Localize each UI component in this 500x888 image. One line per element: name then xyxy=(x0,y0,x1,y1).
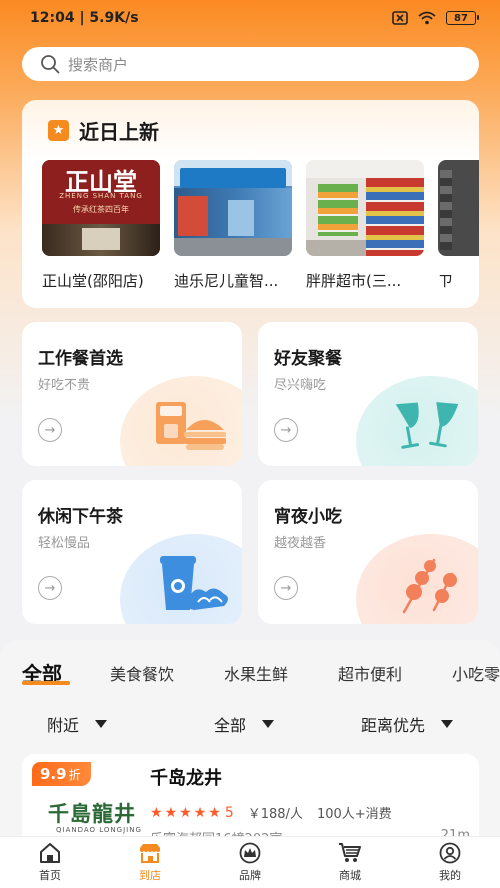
wifi-icon xyxy=(418,11,436,25)
sales-count: 100人+消费 xyxy=(316,807,392,822)
category-subtitle: 好吃不贵 xyxy=(38,378,91,393)
shop-name: 胖胖超市(三... xyxy=(306,272,402,290)
store-logo-text: 千島龍井 xyxy=(48,801,136,826)
filter-label: 附近 xyxy=(47,716,80,735)
new-arrivals-title: 近日上新 xyxy=(79,120,159,144)
shop-image xyxy=(438,160,479,256)
new-shops-carousel[interactable]: 正山堂 ZHENG SHAN TANG 传承红茶四百年 正山堂(邵阳店) 迪乐尼… xyxy=(42,160,479,300)
meal-combo-icon xyxy=(156,402,226,450)
profile-icon xyxy=(439,842,461,864)
new-arrivals-card: ★ 近日上新 正山堂 ZHENG SHAN TANG 传承红茶四百年 正山堂(邵… xyxy=(22,100,479,308)
category-card-friends-dinner[interactable]: 好友聚餐 尽兴嗨吃 → xyxy=(258,322,478,466)
filter-label: 距离优先 xyxy=(361,716,426,735)
star-icon: ★ xyxy=(193,804,207,821)
discount-unit: 折 xyxy=(68,767,81,782)
tab-food[interactable]: 美食餐饮 xyxy=(110,661,174,685)
arrow-right-icon[interactable]: → xyxy=(274,576,298,600)
shop-name: 迪乐尼儿童智... xyxy=(174,272,279,290)
cheers-glasses-icon xyxy=(395,402,459,449)
store-logo-sub: QIANDAO LONGJING xyxy=(56,826,142,834)
bottom-nav: 首页 到店 品牌 商城 我的 xyxy=(0,836,500,888)
cart-icon xyxy=(339,843,361,862)
status-time: 12:04 | 5.9K/s xyxy=(30,10,139,26)
category-title: 休闲下午茶 xyxy=(38,507,123,527)
shop-item[interactable]: ㄗ xyxy=(438,160,479,291)
tab-supermarket[interactable]: 超市便利 xyxy=(338,661,402,685)
shop-item[interactable]: 正山堂 ZHENG SHAN TANG 传承红茶四百年 正山堂(邵阳店) xyxy=(42,160,160,291)
filter-sort-dropdown[interactable]: 距离优先 xyxy=(361,712,454,736)
status-bar: 12:04 | 5.9K/s 87 xyxy=(0,0,500,36)
discount-badge: 9.9 折 xyxy=(32,762,91,786)
arrow-right-icon[interactable]: → xyxy=(38,418,62,442)
filter-bar: 附近 全部 距离优先 xyxy=(0,708,500,738)
store-icon xyxy=(140,844,160,863)
nav-home[interactable]: 首页 xyxy=(0,837,100,888)
search-placeholder: 搜索商户 xyxy=(68,55,129,74)
crown-icon xyxy=(239,842,261,864)
caret-down-icon xyxy=(95,720,108,728)
shop-image xyxy=(174,160,292,256)
price-per-person: ￥188/人 xyxy=(247,807,303,822)
star-icon: ★ xyxy=(179,804,192,821)
caret-down-icon xyxy=(441,720,454,728)
star-icon: ★ xyxy=(48,120,69,141)
category-subtitle: 尽兴嗨吃 xyxy=(274,378,327,393)
shop-sign-slogan: 传承红茶四百年 xyxy=(73,205,129,214)
shop-name: ㄗ xyxy=(438,272,454,290)
star-icon: ★ xyxy=(150,804,163,821)
caret-down-icon xyxy=(262,720,275,728)
tab-snacks[interactable]: 小吃零 xyxy=(452,661,500,685)
nav-label: 品牌 xyxy=(239,869,261,882)
filter-category-dropdown[interactable]: 全部 xyxy=(214,712,275,736)
shop-image xyxy=(306,160,424,256)
category-title: 好友聚餐 xyxy=(274,349,342,369)
star-icon: ★ xyxy=(208,804,221,821)
store-rating-row: ★ ★ ★ ★ ★ 5 ￥188/人 100人+消费 xyxy=(150,803,392,823)
nav-label: 首页 xyxy=(39,869,61,882)
active-tab-indicator xyxy=(22,681,70,685)
rating-value: 5 xyxy=(224,804,234,821)
filter-label: 全部 xyxy=(214,716,247,735)
category-title: 宵夜小吃 xyxy=(274,507,342,527)
category-subtitle: 越夜越香 xyxy=(274,536,327,551)
category-subtitle: 轻松慢品 xyxy=(38,536,91,551)
sim-icon xyxy=(392,11,408,25)
nav-label: 商城 xyxy=(339,869,361,882)
category-card-work-meal[interactable]: 工作餐首选 好吃不贵 → xyxy=(22,322,242,466)
coffee-croissant-icon xyxy=(160,556,228,610)
arrow-right-icon[interactable]: → xyxy=(38,576,62,600)
battery-icon: 87 xyxy=(446,11,479,25)
nav-label: 我的 xyxy=(439,869,461,882)
nav-brand[interactable]: 品牌 xyxy=(200,837,300,888)
shop-item[interactable]: 胖胖超市(三... xyxy=(306,160,424,291)
category-title: 工作餐首选 xyxy=(38,349,123,369)
store-name: 千岛龙井 xyxy=(150,768,222,789)
nav-mall[interactable]: 商城 xyxy=(300,837,400,888)
category-card-late-snack[interactable]: 宵夜小吃 越夜越香 → xyxy=(258,480,478,624)
tab-fruit[interactable]: 水果生鲜 xyxy=(224,661,288,685)
nav-store[interactable]: 到店 xyxy=(100,837,200,888)
search-icon xyxy=(41,55,60,74)
star-icon: ★ xyxy=(164,804,178,821)
shop-sign-pinyin: ZHENG SHAN TANG xyxy=(59,192,143,200)
category-tabs: 全部 美食餐饮 水果生鲜 超市便利 小吃零 xyxy=(0,652,500,692)
discount-value: 9.9 xyxy=(40,765,67,783)
nav-label: 到店 xyxy=(139,869,161,882)
search-input[interactable]: 搜索商户 xyxy=(22,47,479,81)
shop-item[interactable]: 迪乐尼儿童智... xyxy=(174,160,292,291)
nav-profile[interactable]: 我的 xyxy=(400,837,500,888)
category-card-afternoon-tea[interactable]: 休闲下午茶 轻松慢品 → xyxy=(22,480,242,624)
home-icon xyxy=(40,843,60,863)
filter-nearby-dropdown[interactable]: 附近 xyxy=(47,712,108,736)
shop-image: 正山堂 ZHENG SHAN TANG 传承红茶四百年 xyxy=(42,160,160,256)
skewer-snack-icon xyxy=(402,558,457,614)
shop-name: 正山堂(邵阳店) xyxy=(42,272,144,290)
arrow-right-icon[interactable]: → xyxy=(274,418,298,442)
